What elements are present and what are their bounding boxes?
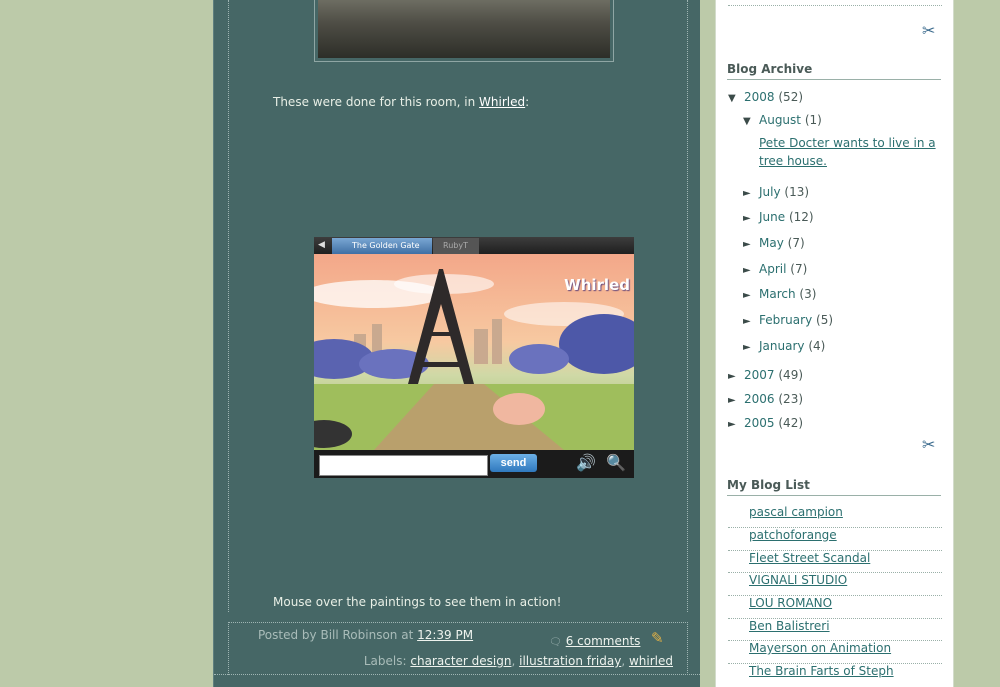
collapse-toggle-icon[interactable]: ▼ (728, 93, 744, 104)
blog-link-brain-farts-of-steph[interactable]: The Brain Farts of Steph (749, 664, 894, 678)
whirled-logo: Whirled (564, 276, 630, 294)
archive-month-march[interactable]: ► March (3) (743, 287, 816, 301)
archive-month-january[interactable]: ► January (4) (743, 339, 825, 353)
tab-golden-gate[interactable]: The Golden Gate (332, 238, 432, 254)
archive-count: (7) (790, 262, 808, 276)
my-blog-list-title: My Blog List (727, 478, 941, 496)
intro-text: These were done for this room, in (273, 95, 480, 109)
main-bottom-border (214, 674, 700, 676)
archive-count: (4) (808, 339, 826, 353)
collapse-toggle-icon[interactable]: ▼ (743, 116, 759, 127)
archive-month-april[interactable]: ► April (7) (743, 262, 807, 276)
archive-year-2005[interactable]: ► 2005 (42) (728, 416, 803, 430)
post-labels: Labels: character design, illustration f… (363, 654, 673, 668)
wrench-screwdriver-icon[interactable]: ✂ (922, 435, 935, 454)
archive-label[interactable]: March (759, 287, 796, 301)
archive-month-august[interactable]: ▼ August (1) (743, 113, 822, 127)
archive-label[interactable]: August (759, 113, 801, 127)
archive-year-2006[interactable]: ► 2006 (23) (728, 392, 803, 406)
comments-link[interactable]: 6 comments (566, 634, 641, 648)
post-body: These were done for this room, in Whirle… (228, 0, 688, 612)
expand-toggle-icon[interactable]: ► (743, 290, 759, 301)
labels-prefix: Labels: (363, 654, 407, 668)
expand-toggle-icon[interactable]: ► (728, 395, 744, 406)
archive-month-may[interactable]: ► May (7) (743, 236, 805, 250)
archive-label[interactable]: 2006 (744, 392, 775, 406)
archive-label[interactable]: 2008 (744, 90, 775, 104)
post-image-top (314, 0, 614, 62)
expand-toggle-icon[interactable]: ► (743, 316, 759, 327)
expand-toggle-icon[interactable]: ► (743, 239, 759, 250)
archive-month-july[interactable]: ► July (13) (743, 185, 809, 199)
game-tab-bar: ◀ The Golden Gate RubyT (314, 237, 634, 254)
archive-count: (49) (778, 368, 804, 382)
expand-toggle-icon[interactable]: ► (743, 342, 759, 353)
post-author-line: Posted by Bill Robinson at 12:39 PM (258, 628, 473, 642)
whirled-game-embed[interactable]: ◀ The Golden Gate RubyT Whirled send 🔊 🔍 (314, 237, 634, 478)
expand-toggle-icon[interactable]: ► (743, 265, 759, 276)
archive-count: (23) (778, 392, 804, 406)
archive-month-february[interactable]: ► February (5) (743, 313, 833, 327)
tab-rubyt[interactable]: RubyT (433, 238, 479, 254)
sidebar: ✂ Blog Archive ▼ 2008 (52) ▼ August (1) Pe… (715, 0, 954, 687)
back-arrow-icon[interactable]: ◀ (318, 240, 325, 250)
posted-by-text: Posted by Bill Robinson at (258, 628, 414, 642)
archive-label[interactable]: 2007 (744, 368, 775, 382)
archive-label[interactable]: 2005 (744, 416, 775, 430)
blog-link-ben-balistreri[interactable]: Ben Balistreri (749, 619, 830, 633)
post-time-link[interactable]: 12:39 PM (417, 628, 473, 642)
blog-link-fleet-street-scandal[interactable]: Fleet Street Scandal (749, 551, 870, 565)
archive-label[interactable]: May (759, 236, 784, 250)
comment-icon: 🗨 (549, 637, 562, 648)
archive-year-2007[interactable]: ► 2007 (49) (728, 368, 803, 382)
game-scene[interactable]: Whirled (314, 254, 634, 450)
expand-toggle-icon[interactable]: ► (743, 213, 759, 224)
game-chat-bar: send 🔊 🔍 (314, 450, 634, 478)
archive-count: (13) (784, 185, 810, 199)
archive-label[interactable]: June (759, 210, 785, 224)
archive-label[interactable]: February (759, 313, 812, 327)
label-link-character-design[interactable]: character design (410, 654, 511, 668)
archive-year-2008[interactable]: ▼ 2008 (52) (728, 90, 803, 104)
edit-pencil-icon[interactable]: ✎ (651, 629, 664, 647)
intro-suffix: : (525, 95, 530, 109)
blog-link-pascal-campion[interactable]: pascal campion (749, 505, 843, 519)
send-button[interactable]: send (490, 454, 537, 472)
expand-toggle-icon[interactable]: ► (728, 371, 744, 382)
blog-link-vignali-studio[interactable]: VIGNALI STUDIO (749, 573, 847, 587)
sidebar-divider (728, 5, 942, 6)
blog-link-patchoforange[interactable]: patchoforange (749, 528, 837, 542)
archive-label[interactable]: January (759, 339, 805, 353)
blog-archive-title: Blog Archive (727, 62, 941, 80)
expand-toggle-icon[interactable]: ► (728, 419, 744, 430)
blog-link-mayerson-on-animation[interactable]: Mayerson on Animation (749, 641, 891, 655)
archive-count: (3) (799, 287, 817, 301)
post-footer: Posted by Bill Robinson at 12:39 PM 🗨 6 c… (228, 622, 688, 675)
wrench-screwdriver-icon[interactable]: ✂ (922, 21, 935, 40)
post-closing-text: Mouse over the paintings to see them in … (273, 595, 562, 609)
comments-area: 🗨 6 comments (549, 634, 640, 648)
archive-count: (12) (788, 210, 814, 224)
expand-toggle-icon[interactable]: ► (743, 188, 759, 199)
main-column: These were done for this room, in Whirle… (213, 0, 700, 687)
archive-label[interactable]: July (759, 185, 781, 199)
archive-label[interactable]: April (759, 262, 786, 276)
post-intro: These were done for this room, in Whirle… (273, 95, 529, 109)
whirled-link[interactable]: Whirled (479, 95, 525, 109)
archive-count: (5) (816, 313, 834, 327)
label-link-whirled[interactable]: whirled (629, 654, 673, 668)
archive-month-june[interactable]: ► June (12) (743, 210, 814, 224)
chat-input[interactable] (319, 455, 488, 476)
blog-link-lou-romano[interactable]: LOU ROMANO (749, 596, 832, 610)
zoom-icon[interactable]: 🔍 (606, 453, 626, 472)
archive-count: (52) (778, 90, 804, 104)
archive-post-link[interactable]: Pete Docter wants to live in a tree hous… (744, 134, 937, 170)
volume-icon[interactable]: 🔊 (576, 453, 596, 472)
archive-count: (1) (804, 113, 822, 127)
archive-count: (7) (787, 236, 805, 250)
label-link-illustration-friday[interactable]: illustration friday (519, 654, 621, 668)
archive-count: (42) (778, 416, 804, 430)
